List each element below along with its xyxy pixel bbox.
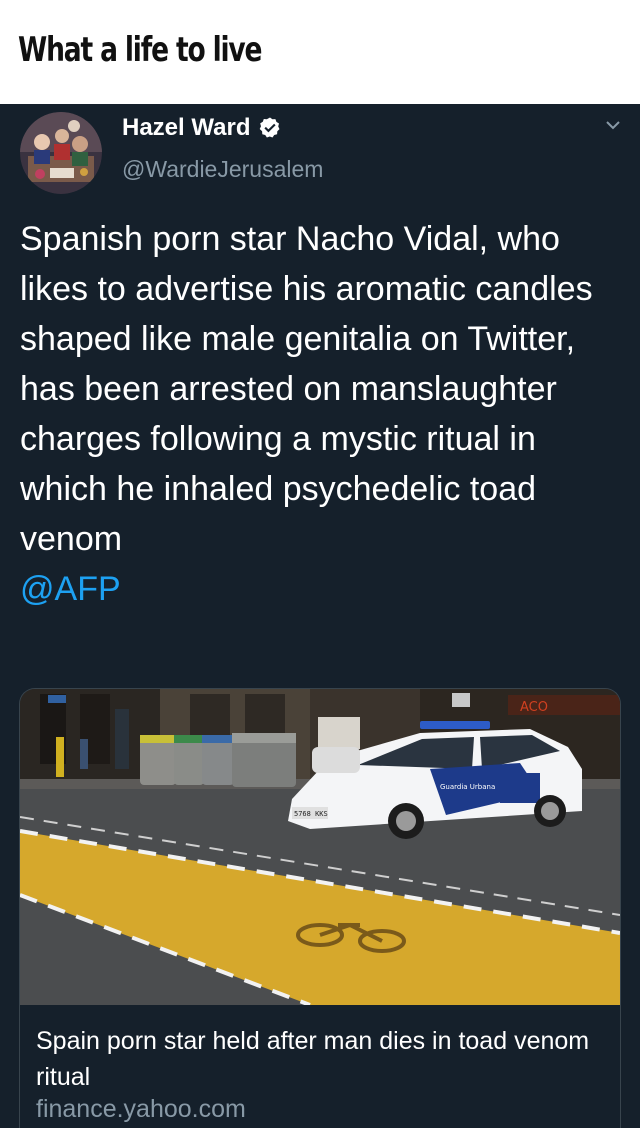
link-card[interactable]: ACO Guardia Urbana 5768 KKS Spain porn s… — [19, 688, 621, 1128]
license-plate: 5768 KKS — [294, 810, 328, 818]
vehicle-text: Guardia Urbana — [440, 783, 495, 791]
author-name-row[interactable]: Hazel Ward — [122, 114, 282, 142]
card-domain[interactable]: finance.yahoo.com — [36, 1095, 246, 1124]
card-info[interactable]: Spain porn star held after man dies in t… — [20, 1005, 620, 1128]
mention-link[interactable]: @AFP — [20, 564, 620, 614]
tweet-body: Spanish porn star Nacho Vidal, who likes… — [20, 220, 593, 558]
avatar-image — [20, 112, 102, 194]
author-display-name[interactable]: Hazel Ward — [122, 114, 250, 142]
avatar[interactable] — [20, 112, 102, 194]
meme-caption: What a life to live — [0, 0, 640, 104]
tweet: Hazel Ward @WardieJerusalem Spanish porn… — [0, 104, 640, 1128]
meme-caption-text: What a life to live — [18, 30, 263, 70]
shop-sign-text: ACO — [520, 700, 548, 715]
chevron-down-icon[interactable] — [604, 116, 622, 134]
author-handle[interactable]: @WardieJerusalem — [122, 156, 323, 183]
card-title[interactable]: Spain porn star held after man dies in t… — [36, 1023, 596, 1095]
verified-badge-icon — [260, 117, 280, 138]
card-image[interactable]: ACO Guardia Urbana 5768 KKS — [20, 689, 620, 1005]
tweet-text: Spanish porn star Nacho Vidal, who likes… — [20, 214, 620, 614]
